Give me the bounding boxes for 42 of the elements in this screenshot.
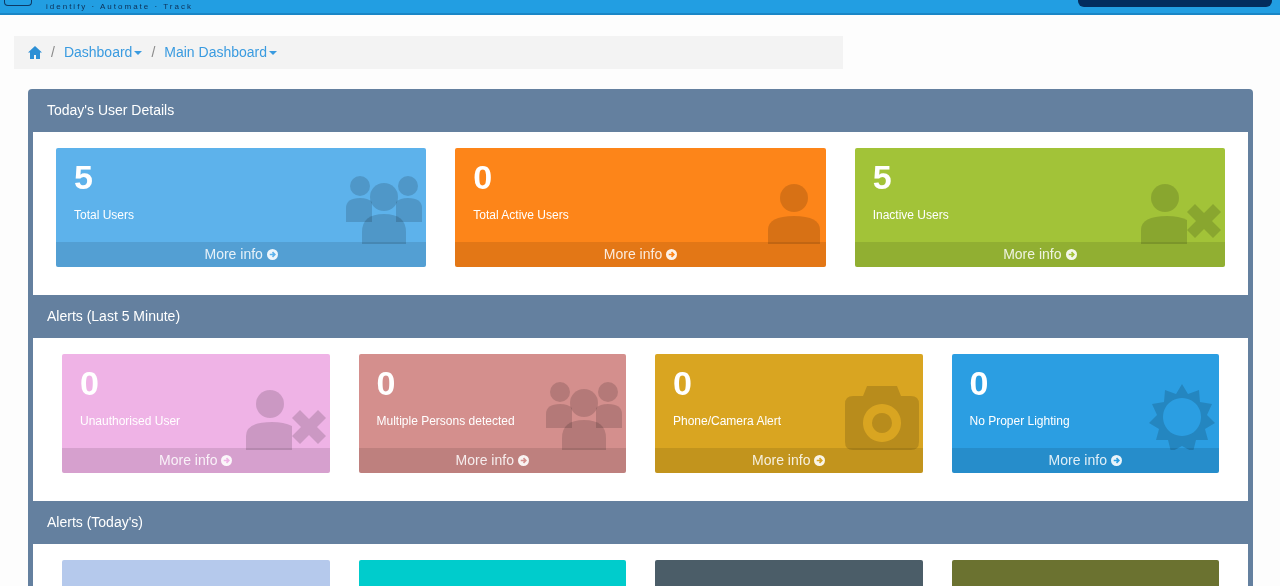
tagline: identify · Automate · Track: [46, 1, 193, 12]
stat-value: 0: [473, 158, 493, 196]
user-remove-icon: [1141, 184, 1221, 244]
arrow-circle-icon: [1110, 455, 1122, 466]
section-title: Alerts (Today's): [46, 513, 145, 532]
stat-value: 0: [376, 364, 396, 402]
stat-label: Total Users: [74, 207, 135, 224]
caret-icon: [134, 50, 143, 55]
users-icon: [346, 174, 423, 244]
stat-label: Multiple Persons detected: [376, 413, 515, 430]
section-title: Today's User Details: [46, 101, 176, 120]
arrow-circle-icon: [221, 455, 233, 466]
arrow-circle-icon: [517, 455, 529, 466]
stat-label: Phone/Camera Alert: [673, 413, 782, 430]
breadcrumb-separator: /: [51, 43, 55, 62]
arrow-circle-icon: [266, 249, 278, 260]
more-info-link[interactable]: More info: [951, 448, 1219, 473]
stat-value: 5: [872, 158, 892, 196]
home-icon[interactable]: [28, 46, 42, 59]
users-icon: [546, 380, 622, 450]
user-remove-icon: [245, 390, 326, 450]
breadcrumb-dropdown[interactable]: Main Dashboard: [164, 42, 277, 63]
arrow-circle-icon: [814, 455, 826, 466]
section-title: Alerts (Last 5 Minute): [46, 307, 182, 326]
stat-value: 0: [673, 364, 692, 402]
stat-label: No Proper Lighting: [969, 413, 1070, 430]
sun-icon: [1149, 384, 1215, 450]
breadcrumb-dropdown[interactable]: Dashboard: [63, 42, 143, 63]
stat-value: 0: [969, 364, 989, 402]
arrow-circle-icon: [666, 249, 678, 260]
stat-label: Total Active Users: [473, 207, 569, 224]
stat-label: Inactive Users: [872, 207, 949, 224]
breadcrumb-separator: /: [151, 43, 156, 62]
stat-label: Unauthorised User: [80, 413, 181, 430]
stat-value: 0: [80, 364, 99, 402]
user-icon: [765, 184, 822, 244]
caret-icon: [269, 50, 277, 55]
more-info-link[interactable]: More info: [655, 448, 923, 473]
arrow-circle-icon: [1065, 249, 1077, 260]
logo-icon: [4, 0, 32, 6]
stat-value: 5: [74, 158, 93, 196]
camera-icon: [844, 386, 919, 450]
